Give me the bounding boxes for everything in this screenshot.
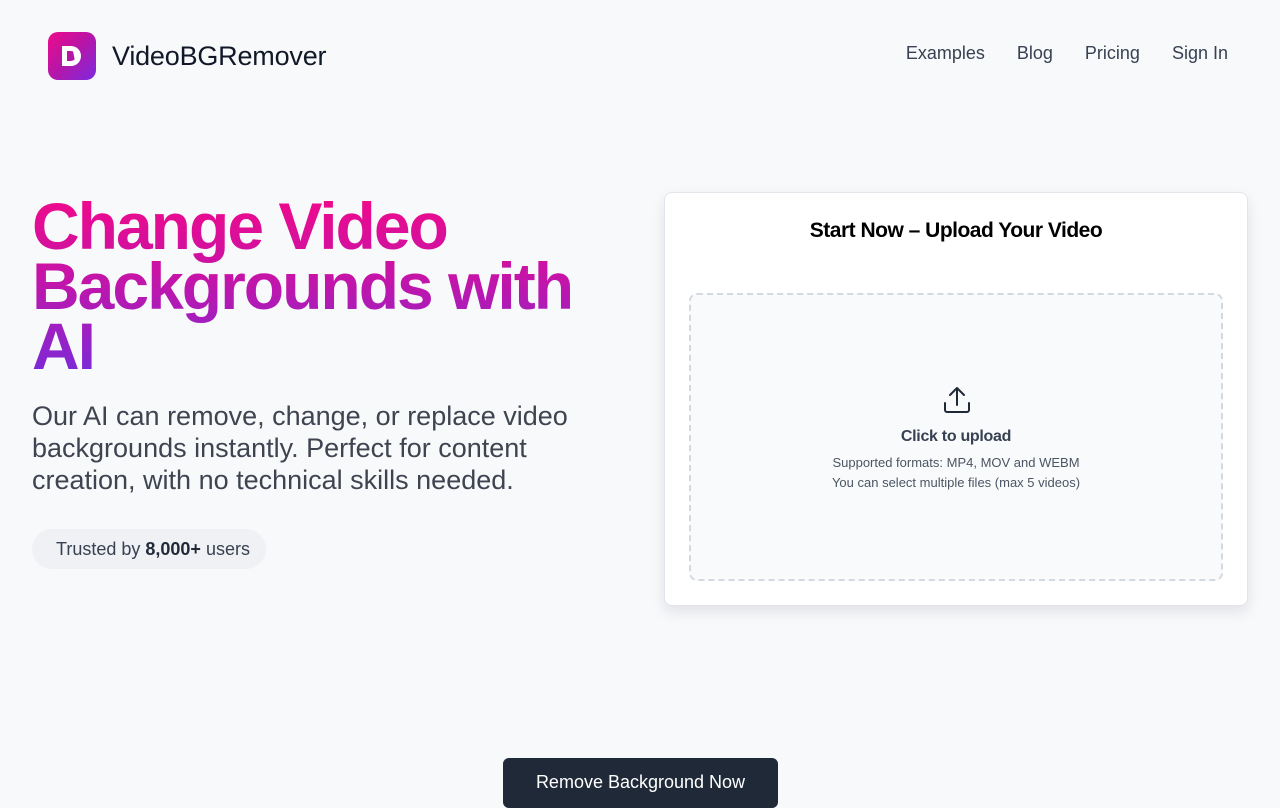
nav-pricing-link[interactable]: Pricing <box>1085 43 1140 64</box>
click-to-upload-label: Click to upload <box>900 428 1012 445</box>
hero-title-line-2: Backgrounds with <box>32 249 573 323</box>
logo-link[interactable]: VideoBGRemover <box>48 32 327 80</box>
logo-d-icon <box>48 32 96 80</box>
trust-prefix: Trusted by <box>56 538 141 559</box>
trust-badge: Trusted by 8,000+ users <box>32 529 266 569</box>
multiple-files-text: You can select multiple files (max 5 vid… <box>831 475 1081 490</box>
main-nav: Examples Blog Pricing Sign In <box>906 43 1228 64</box>
supported-formats-text: Supported formats: MP4, MOV and WEBM <box>832 455 1080 470</box>
nav-examples-link[interactable]: Examples <box>906 43 985 64</box>
hero-title: Change Video Backgrounds with AI <box>32 196 592 376</box>
upload-card-title: Start Now – Upload Your Video <box>809 219 1103 242</box>
upload-icon <box>944 387 970 413</box>
trust-count: 8,000+ <box>145 538 201 559</box>
nav-blog-link[interactable]: Blog <box>1017 43 1053 64</box>
trust-suffix: users <box>205 538 250 559</box>
hero-subtitle: Our AI can remove, change, or replace vi… <box>32 401 568 495</box>
site-header: VideoBGRemover Examples Blog Pricing Sig… <box>0 0 1280 110</box>
hero-title-line-3: AI <box>32 309 94 383</box>
upload-dropzone[interactable]: Click to upload Supported formats: MP4, … <box>689 293 1223 581</box>
brand-name: VideoBGRemover <box>112 40 327 71</box>
nav-sign-in-link[interactable]: Sign In <box>1172 43 1228 64</box>
upload-card: Start Now – Upload Your Video Click to u… <box>664 192 1248 606</box>
remove-background-button[interactable]: Remove Background Now <box>503 758 778 808</box>
